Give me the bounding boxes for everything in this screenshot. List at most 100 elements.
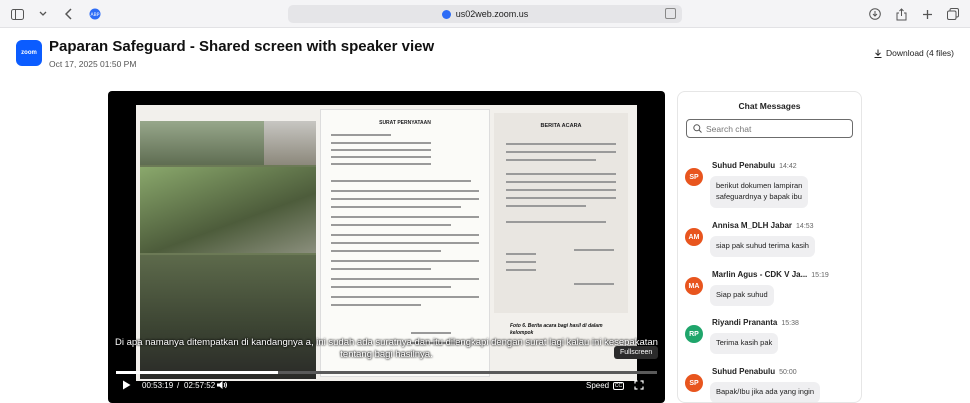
play-icon[interactable] bbox=[122, 380, 131, 392]
progress-bar[interactable] bbox=[116, 371, 657, 374]
video-player[interactable]: SURAT PERNYATAAN BERITA ACARA Foto 6. Be… bbox=[108, 91, 665, 403]
svg-text:ABP: ABP bbox=[91, 12, 100, 18]
text-line bbox=[506, 205, 586, 207]
new-tab-plus-icon[interactable] bbox=[918, 5, 936, 23]
text-line bbox=[506, 253, 536, 255]
message-time: 14:42 bbox=[779, 163, 797, 170]
ba-caption: Foto 6. Berita acara bagi hasil di dalam… bbox=[510, 323, 603, 336]
fullscreen-icon[interactable] bbox=[634, 380, 644, 392]
total-time: 02:57:52 bbox=[184, 381, 216, 390]
text-line bbox=[506, 151, 616, 153]
text-line bbox=[331, 268, 431, 270]
url-text: us02web.zoom.us bbox=[455, 9, 529, 19]
text-line bbox=[506, 143, 616, 145]
text-line bbox=[506, 173, 616, 175]
avatar: SP bbox=[685, 374, 703, 392]
text-line bbox=[331, 216, 479, 218]
message-sender: Marlin Agus - CDK V Ja... 15:19 bbox=[712, 270, 829, 279]
message-time: 15:38 bbox=[781, 320, 799, 327]
slide-berita-acara: BERITA ACARA bbox=[494, 113, 628, 313]
text-line bbox=[506, 221, 606, 223]
zoom-logo-text: zoom bbox=[21, 50, 37, 56]
chat-search-input[interactable]: Search chat bbox=[686, 119, 853, 138]
text-line bbox=[331, 149, 431, 151]
progress-fill bbox=[116, 371, 279, 374]
text-line bbox=[506, 159, 596, 161]
avatar: SP bbox=[685, 168, 703, 186]
text-line bbox=[331, 260, 479, 262]
avatar: RP bbox=[685, 325, 703, 343]
fullscreen-tooltip: Fullscreen bbox=[614, 346, 659, 359]
message-line: berikut dokumen lampiran bbox=[716, 181, 803, 190]
photo-field-visit bbox=[140, 167, 316, 253]
message-line: siap pak suhud terima kasih bbox=[716, 241, 809, 250]
extension-icon[interactable]: ABP bbox=[86, 5, 104, 23]
text-line bbox=[331, 224, 451, 226]
text-line bbox=[331, 190, 479, 192]
share-icon[interactable] bbox=[892, 5, 910, 23]
page-title: Paparan Safeguard - Shared screen with s… bbox=[49, 38, 435, 55]
captions-button[interactable]: CC bbox=[613, 382, 624, 390]
text-line bbox=[506, 261, 536, 263]
message-sender: Suhud Penabulu 14:42 bbox=[712, 161, 797, 170]
message-time: 15:19 bbox=[811, 272, 829, 279]
subtitle-line-2: tentang bagi hasilnya. bbox=[340, 348, 433, 360]
reader-icon[interactable] bbox=[665, 8, 676, 19]
sidebar-icon[interactable] bbox=[8, 5, 26, 23]
speed-button[interactable]: Speed bbox=[586, 381, 609, 390]
text-line bbox=[331, 198, 479, 200]
back-arrow-icon[interactable] bbox=[60, 5, 78, 23]
tabs-overview-icon[interactable] bbox=[944, 5, 962, 23]
text-line bbox=[331, 296, 479, 298]
text-line bbox=[331, 278, 479, 280]
message-time: 50:00 bbox=[779, 369, 797, 376]
text-line bbox=[331, 250, 441, 252]
subtitle-line-1: Di apa namanya ditempatkan di kandangnya… bbox=[115, 337, 658, 348]
message-bubble: berikut dokumen lampiran safeguardnya y … bbox=[710, 176, 809, 208]
letter-title: SURAT PERNYATAAN bbox=[379, 120, 431, 126]
message-sender: Suhud Penabulu 50:00 bbox=[712, 367, 797, 376]
video-subtitle: Di apa namanya ditempatkan di kandangnya… bbox=[108, 337, 665, 361]
download-arrow-icon bbox=[874, 49, 882, 58]
message-bubble: Siap pak suhud bbox=[710, 285, 774, 306]
avatar-initials: SP bbox=[689, 379, 699, 387]
download-icon[interactable] bbox=[866, 5, 884, 23]
text-line bbox=[506, 189, 616, 191]
message-bubble: siap pak suhud terima kasih bbox=[710, 236, 815, 257]
avatar: MA bbox=[685, 277, 703, 295]
volume-icon[interactable] bbox=[216, 380, 228, 392]
browser-right-controls bbox=[866, 5, 962, 23]
zoom-logo: zoom bbox=[16, 40, 42, 66]
text-line bbox=[331, 242, 479, 244]
message-line: Bapak/Ibu jika ada yang ingin bbox=[716, 387, 814, 396]
avatar-initials: MA bbox=[688, 282, 700, 290]
text-line bbox=[331, 156, 431, 158]
time-separator: / bbox=[177, 381, 180, 390]
sender-name: Annisa M_DLH Jabar bbox=[712, 221, 793, 230]
text-line bbox=[574, 249, 614, 251]
current-time: 00:53:19 bbox=[142, 381, 174, 390]
text-line bbox=[331, 206, 461, 208]
message-sender: Annisa M_DLH Jabar 14:53 bbox=[712, 221, 814, 230]
address-bar[interactable]: us02web.zoom.us bbox=[288, 5, 682, 23]
ba-title: BERITA ACARA bbox=[540, 123, 582, 129]
message-time: 14:53 bbox=[796, 223, 814, 230]
chevron-down-icon[interactable] bbox=[34, 5, 52, 23]
avatar: AM bbox=[685, 228, 703, 246]
chat-title: Chat Messages bbox=[738, 101, 801, 111]
download-button[interactable]: Download (4 files) bbox=[874, 48, 954, 58]
message-line: Siap pak suhud bbox=[716, 290, 768, 299]
message-bubble: Terima kasih pak bbox=[710, 333, 779, 354]
browser-toolbar: ABP us02web.zoom.us bbox=[0, 0, 970, 28]
message-sender: Riyandi Prananta 15:38 bbox=[712, 318, 799, 327]
photo-building bbox=[264, 121, 316, 165]
player-controls: 00:53:19 / 02:57:52 Speed CC bbox=[108, 377, 665, 399]
text-line bbox=[411, 332, 451, 334]
avatar-initials: AM bbox=[688, 233, 700, 241]
browser-left-controls: ABP bbox=[8, 5, 104, 23]
chat-search-placeholder: Search chat bbox=[706, 123, 752, 134]
message-line: Terima kasih pak bbox=[716, 338, 773, 347]
recording-date: Oct 17, 2025 01:50 PM bbox=[49, 59, 137, 69]
search-icon bbox=[693, 124, 702, 133]
site-favicon-icon bbox=[441, 9, 451, 19]
